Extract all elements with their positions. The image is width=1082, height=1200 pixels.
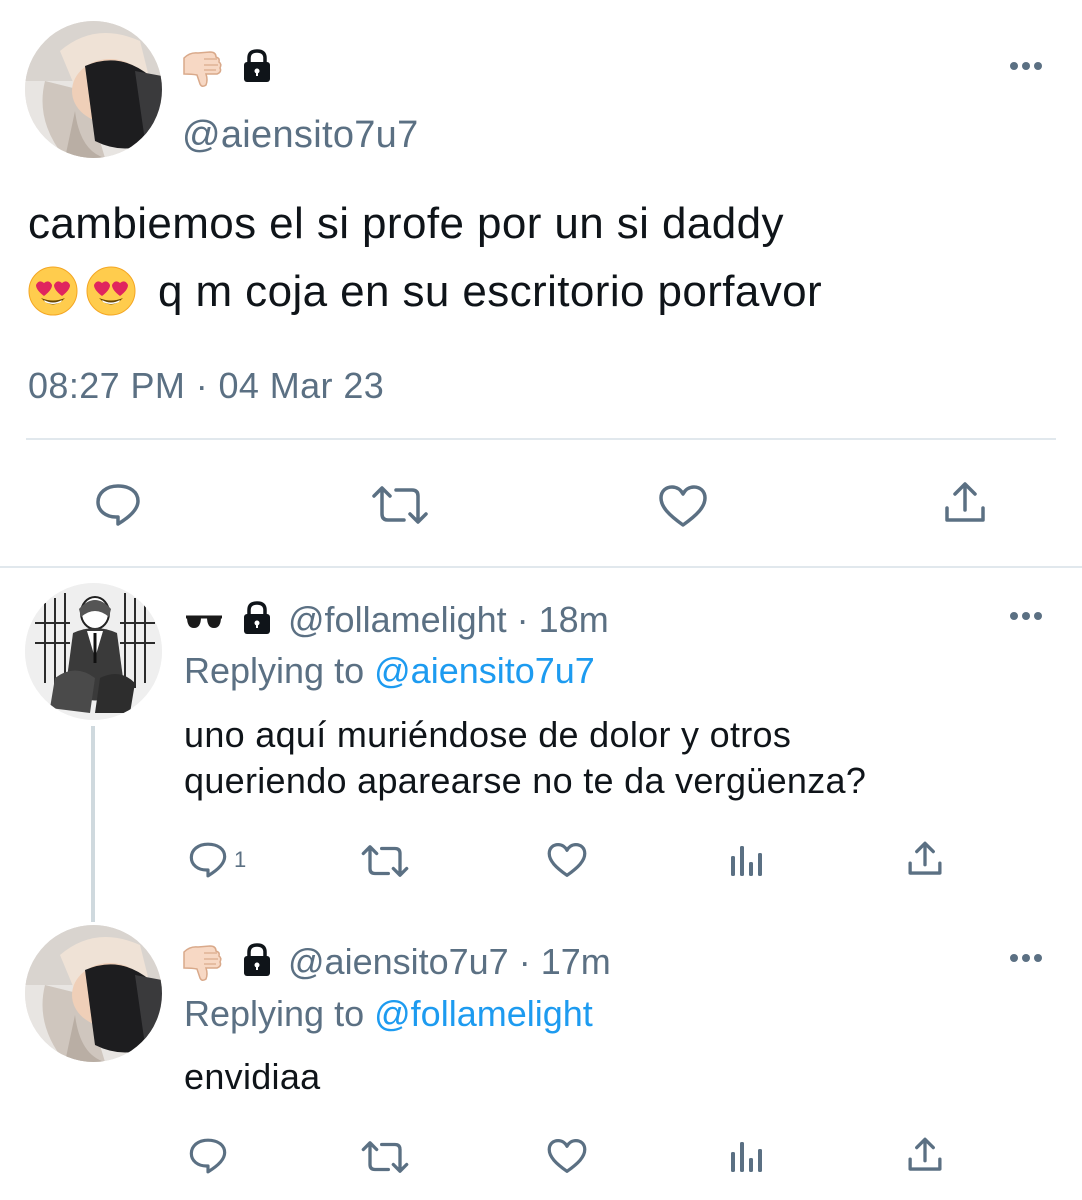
reply-button[interactable] — [94, 482, 142, 528]
like-button[interactable] — [546, 841, 588, 879]
replying-to-handle[interactable]: @follamelight — [374, 993, 593, 1034]
tweet-text-line-2: q m coja en su escritorio porfavor — [158, 267, 823, 316]
reply-icon — [188, 840, 228, 880]
divider — [26, 438, 1056, 440]
heart-eyes-emoji — [27, 265, 79, 317]
reply-text-line-2: queriendo aparearse no te da vergüenza? — [184, 760, 867, 801]
reply-icon — [94, 482, 142, 528]
stats-button[interactable] — [728, 1138, 764, 1174]
reply-button[interactable]: 1 — [188, 840, 246, 880]
more-options-button[interactable] — [1006, 609, 1046, 623]
tweet-timestamp[interactable]: 08:27 PM · 04 Mar 23 — [28, 364, 384, 408]
retweet-button[interactable] — [360, 843, 410, 879]
like-button[interactable] — [657, 483, 709, 529]
avatar[interactable] — [25, 21, 162, 158]
reply-text-line-1: uno aquí muriéndose de dolor y otros — [184, 714, 792, 755]
reply-time[interactable]: · 18m — [517, 599, 609, 640]
replying-to-line: Replying to @follamelight — [184, 992, 593, 1036]
stats-button[interactable] — [728, 842, 764, 878]
avatar[interactable] — [25, 925, 162, 1062]
share-button[interactable] — [906, 840, 944, 878]
share-icon — [942, 480, 988, 526]
avatar[interactable] — [25, 583, 162, 720]
replying-to-label: Replying to — [184, 993, 365, 1034]
retweet-icon — [370, 484, 430, 526]
user-handle[interactable]: @aiensito7u7 — [182, 112, 419, 158]
user-handle[interactable]: @follamelight — [288, 599, 507, 640]
thumbs-down-icon — [182, 48, 226, 88]
like-button[interactable] — [546, 1137, 588, 1175]
reply-header: @follamelight · 18m — [288, 598, 609, 642]
replying-to-handle[interactable]: @aiensito7u7 — [374, 650, 595, 691]
more-options-button[interactable] — [1006, 59, 1046, 73]
retweet-icon — [360, 1139, 410, 1175]
replying-to-label: Replying to — [184, 650, 365, 691]
user-handle[interactable]: @aiensito7u7 — [288, 941, 509, 982]
retweet-button[interactable] — [370, 484, 430, 526]
reply-button[interactable] — [188, 1136, 228, 1176]
more-options-button[interactable] — [1006, 951, 1046, 965]
share-icon — [906, 1136, 944, 1174]
thumbs-down-icon — [182, 942, 226, 982]
lock-icon — [240, 942, 274, 978]
share-button[interactable] — [942, 480, 988, 526]
share-icon — [906, 840, 944, 878]
reply-header: @aiensito7u7 · 17m — [288, 940, 611, 984]
reply-time[interactable]: · 17m — [519, 941, 611, 982]
like-icon — [657, 483, 709, 529]
tweet-text-line-1: cambiemos el si profe por un si daddy — [28, 199, 784, 248]
reply-text-line-1: envidiaa — [184, 1056, 321, 1097]
like-icon — [546, 841, 588, 879]
reply-count: 1 — [234, 847, 247, 872]
reply-icon — [188, 1136, 228, 1176]
stats-icon — [728, 1138, 764, 1174]
share-button[interactable] — [906, 1136, 944, 1174]
stats-icon — [728, 842, 764, 878]
replying-to-line: Replying to @aiensito7u7 — [184, 649, 595, 693]
sunglasses-icon — [184, 611, 224, 633]
heart-eyes-emoji — [85, 265, 137, 317]
section-separator — [0, 566, 1082, 568]
retweet-icon — [360, 843, 410, 879]
like-icon — [546, 1137, 588, 1175]
retweet-button[interactable] — [360, 1139, 410, 1175]
lock-icon — [240, 48, 274, 84]
lock-icon — [240, 600, 274, 636]
thread-line — [91, 726, 95, 922]
